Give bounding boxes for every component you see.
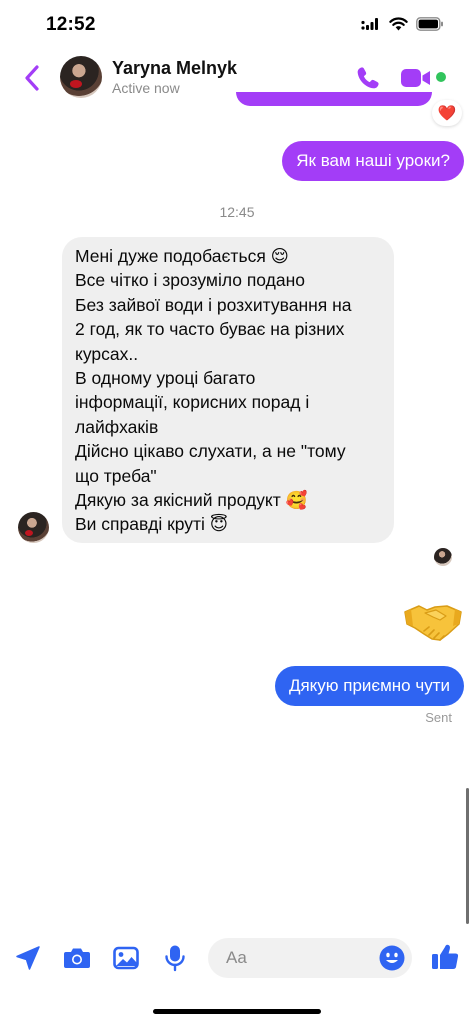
message-line: Дякую за якісний продукт 🥰 [75,490,308,511]
microphone-icon [165,945,185,972]
message-line: лайфхаків [75,416,159,437]
sender-avatar[interactable] [18,512,49,543]
send-location-icon [16,946,40,970]
thumbs-up-icon[interactable] [430,942,460,972]
message-line: курсах.. [75,343,139,364]
outgoing-message[interactable]: Дякую приємно чути [274,666,464,706]
voice-message-button[interactable] [161,944,189,972]
send-location-button[interactable] [14,944,42,972]
heart-reaction[interactable]: ❤️ [432,100,462,126]
message-line: Все чітко і зрозуміло подано [75,270,305,291]
message-line: 2 год, як то часто буває на різних [75,319,345,340]
status-bar: 12:52 [0,0,474,52]
message-line: інформації, корисних порад і [75,392,310,413]
message-line: В одному уроці багато [75,368,256,389]
status-icons [361,17,444,31]
outgoing-message[interactable]: Як вам наші уроки? [282,141,464,181]
message-composer [0,932,474,984]
signal-icon [361,18,378,30]
camera-button[interactable] [63,944,91,972]
contact-status: Active now [112,80,180,96]
battery-icon [416,17,443,31]
read-receipt-avatar [434,548,452,566]
message-line: що треба" [75,465,157,486]
back-button[interactable] [18,62,46,94]
video-call-icon[interactable] [400,66,432,90]
incoming-message[interactable]: Мені дуже подобається 😌 Все чітко і зроз… [62,237,394,543]
chevron-left-icon [25,65,39,91]
home-indicator [153,1009,321,1014]
delivery-status: Sent [425,710,452,725]
phone-call-icon[interactable] [354,64,382,92]
camera-icon [64,948,90,968]
message-line: Мені дуже подобається 😌 [75,246,289,266]
handshake-emoji-message[interactable] [402,598,464,644]
message-line: Дійсно цікаво слухати, а не "тому [75,441,346,462]
gallery-icon [113,946,139,970]
emoji-icon[interactable] [379,945,405,971]
message-timestamp: 12:45 [219,204,255,220]
status-time: 12:52 [46,14,96,35]
contact-name[interactable]: Yaryna Melnyk [112,58,237,79]
previous-message-bubble[interactable] [236,92,432,106]
scrollbar[interactable] [466,788,469,924]
wifi-icon [389,17,408,31]
message-line: Ви справді круті 😇 [75,514,229,535]
message-line: Без зайвої води і розхитування на [75,294,352,315]
contact-avatar[interactable] [60,56,102,98]
handshake-icon [404,605,462,641]
gallery-button[interactable] [112,944,140,972]
online-indicator [436,72,446,82]
